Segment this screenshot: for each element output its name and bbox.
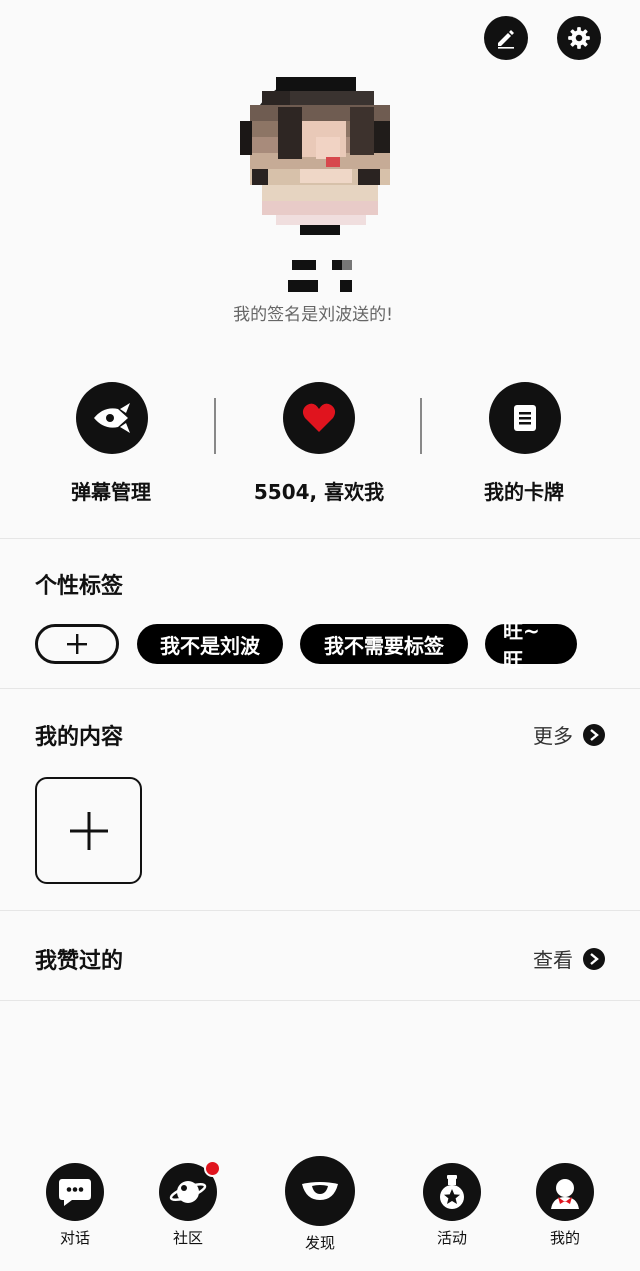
notification-badge bbox=[204, 1160, 221, 1177]
danmaku-manage-button[interactable] bbox=[76, 382, 148, 454]
nav-item-chat[interactable]: 对话 bbox=[35, 1150, 115, 1250]
nav-label-discover: 发现 bbox=[304, 1234, 335, 1252]
discover-eye-icon bbox=[285, 1156, 355, 1226]
my-content-title: 我的内容 bbox=[35, 725, 124, 750]
my-cards-label: 我的卡牌 bbox=[484, 480, 564, 504]
stat-divider bbox=[214, 398, 216, 454]
section-divider bbox=[0, 1000, 640, 1001]
pencil-icon bbox=[498, 30, 514, 49]
nav-item-discover[interactable]: 发现 bbox=[280, 1150, 360, 1260]
section-divider bbox=[0, 538, 640, 539]
plus-icon bbox=[69, 811, 108, 850]
bottom-nav: 对话 社区 发现 活动 我的 bbox=[0, 1150, 640, 1271]
avatar[interactable] bbox=[240, 75, 402, 235]
chevron-right-icon bbox=[583, 723, 605, 746]
settings-button[interactable] bbox=[557, 16, 601, 60]
nav-item-community[interactable]: 社区 bbox=[148, 1150, 228, 1250]
danmaku-manage-label: 弹幕管理 bbox=[71, 480, 151, 504]
nav-label-community: 社区 bbox=[172, 1229, 203, 1247]
likes-button[interactable] bbox=[283, 382, 355, 454]
chevron-right-icon bbox=[583, 947, 605, 970]
user-avatar-icon bbox=[536, 1163, 594, 1221]
card-icon bbox=[514, 405, 536, 431]
content-more-link[interactable]: 更多 bbox=[533, 720, 605, 749]
section-divider bbox=[0, 910, 640, 911]
likes-count-label: 5504, 喜欢我 bbox=[253, 480, 385, 504]
liked-view-link[interactable]: 查看 bbox=[533, 944, 605, 973]
add-tag-button[interactable] bbox=[35, 624, 119, 664]
nav-item-me[interactable]: 我的 bbox=[525, 1150, 605, 1250]
gear-icon bbox=[568, 27, 590, 49]
view-label: 查看 bbox=[533, 948, 573, 972]
heart-icon bbox=[302, 403, 336, 432]
plus-icon bbox=[67, 634, 87, 654]
nav-label-chat: 对话 bbox=[59, 1229, 90, 1247]
more-label: 更多 bbox=[533, 724, 573, 748]
username-pixelated bbox=[284, 260, 364, 294]
add-content-button[interactable] bbox=[35, 777, 142, 884]
liked-title: 我赞过的 bbox=[35, 949, 124, 974]
nav-item-activity[interactable]: 活动 bbox=[412, 1150, 492, 1250]
profile-signature: 我的签名是刘波送的! bbox=[233, 305, 393, 325]
my-cards-button[interactable] bbox=[489, 382, 561, 454]
nav-label-activity: 活动 bbox=[436, 1229, 467, 1247]
tag-chip[interactable]: 我不是刘波 bbox=[137, 624, 283, 664]
nav-label-me: 我的 bbox=[549, 1229, 580, 1247]
chat-bubble-icon bbox=[46, 1163, 104, 1221]
tags-title: 个性标签 bbox=[35, 574, 124, 599]
potion-icon bbox=[423, 1163, 481, 1221]
tag-chip[interactable]: 我不需要标签 bbox=[300, 624, 468, 664]
section-divider bbox=[0, 688, 640, 689]
tag-chip[interactable]: 旺~旺 bbox=[485, 619, 577, 672]
edit-button[interactable] bbox=[484, 16, 528, 60]
stat-divider bbox=[420, 398, 422, 454]
rocket-icon bbox=[94, 403, 130, 433]
